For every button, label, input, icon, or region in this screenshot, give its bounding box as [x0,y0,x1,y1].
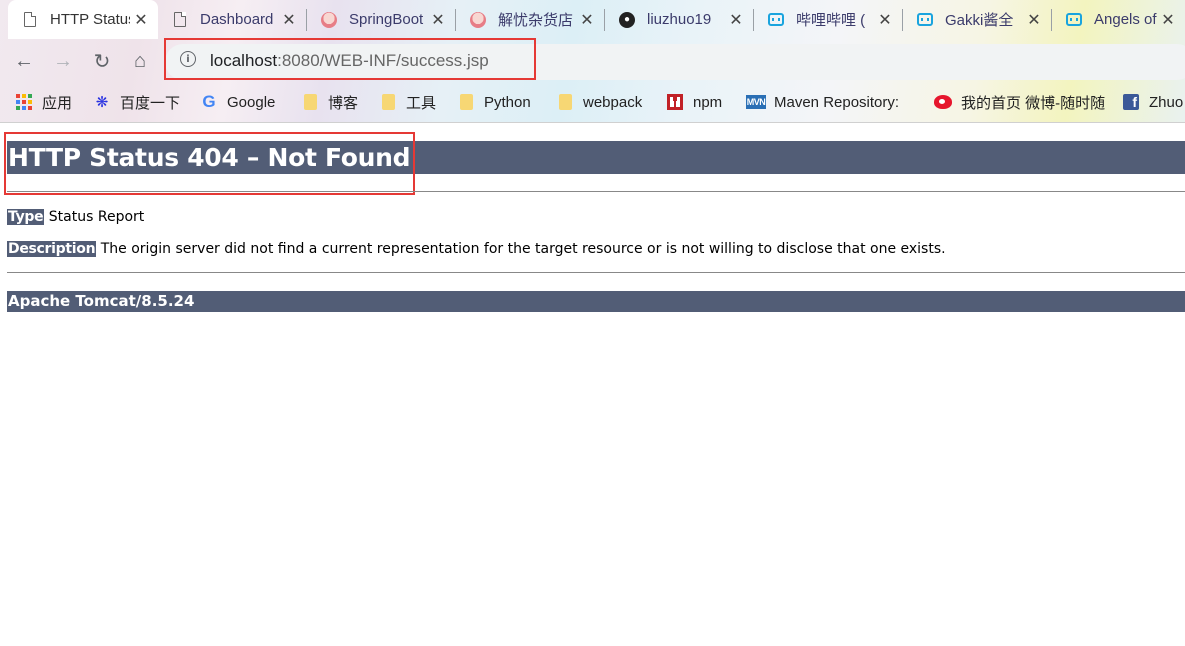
bookmark-label: Google [227,93,276,111]
close-icon[interactable]: ✕ [130,10,152,30]
bookmark-label: Maven Repository: [774,93,900,111]
tab-bilibili[interactable]: 哔哩哔哩 ( ✕ [754,0,902,39]
type-value: Status Report [44,209,145,225]
close-icon[interactable]: ✕ [874,10,896,30]
bookmark-label: 工具 [406,94,437,112]
bookmark-label: 百度一下 [120,94,181,112]
home-icon[interactable]: ⌂ [126,47,154,75]
forward-arrow-icon[interactable]: → [49,47,77,75]
bilibili-icon [768,12,784,28]
bookmark-tools[interactable]: 工具 [379,83,436,121]
bookmark-python[interactable]: Python [457,83,531,121]
type-row: Type Status Report [7,209,144,225]
close-icon[interactable]: ✕ [725,10,747,30]
bookmark-webpack[interactable]: webpack [556,83,642,121]
bookmark-label: 博客 [328,94,359,112]
bookmark-baidu[interactable]: ❋ 百度一下 [93,83,180,121]
tab-http-status[interactable]: HTTP Status 404 – Not Found ✕ [8,0,158,39]
bilibili-icon [1066,12,1082,28]
tab-dashboard[interactable]: Dashboard ✕ [158,0,306,39]
tab-title: Gakki酱全 [945,12,1014,29]
bookmark-blog[interactable]: 博客 [301,83,358,121]
tab-title: 解忧杂货店 [498,12,574,29]
baidu-icon: ❋ [95,94,109,111]
bookmark-maven[interactable]: MVN Maven Repository: [745,83,900,121]
bookmark-label: 应用 [42,94,73,112]
apps-grid-icon [15,93,33,111]
maven-icon: MVN [745,95,767,109]
bookmark-npm[interactable]: npm [666,83,722,121]
tab-title: 哔哩哔哩 ( [796,12,866,29]
bookmark-label: npm [693,93,723,111]
tab-title: HTTP Status 404 – Not Found [50,11,130,28]
close-icon[interactable]: ✕ [1157,10,1179,30]
tab-angels[interactable]: Angels of ✕ [1052,0,1185,39]
anime-avatar-icon [470,11,486,28]
bookmark-weibo[interactable]: 我的首页 微博-随时随 [934,83,1110,121]
tab-jieyou[interactable]: 解忧杂货店 ✕ [456,0,604,39]
close-icon[interactable]: ✕ [1023,10,1045,30]
github-icon: ● [619,11,635,28]
type-label: Type [7,209,45,225]
tab-title: liuzhuo19 [647,11,712,28]
server-footer: Apache Tomcat/8.5.24 [8,292,195,310]
bookmark-facebook[interactable]: f Zhuo [1122,83,1183,121]
bilibili-icon [917,12,933,28]
tab-title: Angels of [1094,11,1157,28]
browser-chrome: HTTP Status 404 – Not Found ✕ Dashboard … [0,0,1185,124]
facebook-icon: f [1122,93,1140,111]
close-icon[interactable]: ✕ [278,10,300,30]
bookmark-label: webpack [583,93,643,111]
folder-icon [556,93,574,111]
tab-title: SpringBoot [349,11,424,28]
close-icon[interactable]: ✕ [576,10,598,30]
npm-icon [666,93,684,111]
folder-icon [301,93,319,111]
weibo-icon [934,93,952,111]
tab-title: Dashboard [200,11,274,28]
folder-icon [379,93,397,111]
tab-github[interactable]: ● liuzhuo19 ✕ [605,0,753,39]
bookmark-label: 我的首页 微博-随时随 [961,94,1106,112]
page-content: HTTP Status 404 – Not Found Type Status … [0,123,1185,646]
folder-icon [457,93,475,111]
url-highlight-box [164,38,536,80]
tab-springboot[interactable]: SpringBoot ✕ [307,0,455,39]
anime-avatar-icon [321,11,337,28]
divider [7,191,1185,192]
document-icon [172,12,188,28]
description-value: The origin server did not find a current… [96,241,946,257]
divider [7,272,1185,273]
tab-gakki[interactable]: Gakki酱全 ✕ [903,0,1051,39]
bookmark-label: Zhuo [1149,93,1184,111]
close-icon[interactable]: ✕ [427,10,449,30]
reload-icon[interactable]: ↻ [88,47,116,75]
tab-strip: HTTP Status 404 – Not Found ✕ Dashboard … [0,0,1185,39]
bookmark-google[interactable]: G Google [200,83,275,121]
bookmark-label: Python [484,93,531,111]
google-icon: G [202,92,216,111]
bookmarks-bar: 应用 ❋ 百度一下 G Google 博客 工具 Python webpack … [0,83,1185,121]
description-label: Description [7,241,97,257]
bookmark-apps[interactable]: 应用 [15,83,72,121]
description-row: Description The origin server did not fi… [7,241,946,257]
heading-highlight-box [4,132,415,195]
back-arrow-icon[interactable]: ← [10,47,38,75]
document-icon [22,12,38,28]
